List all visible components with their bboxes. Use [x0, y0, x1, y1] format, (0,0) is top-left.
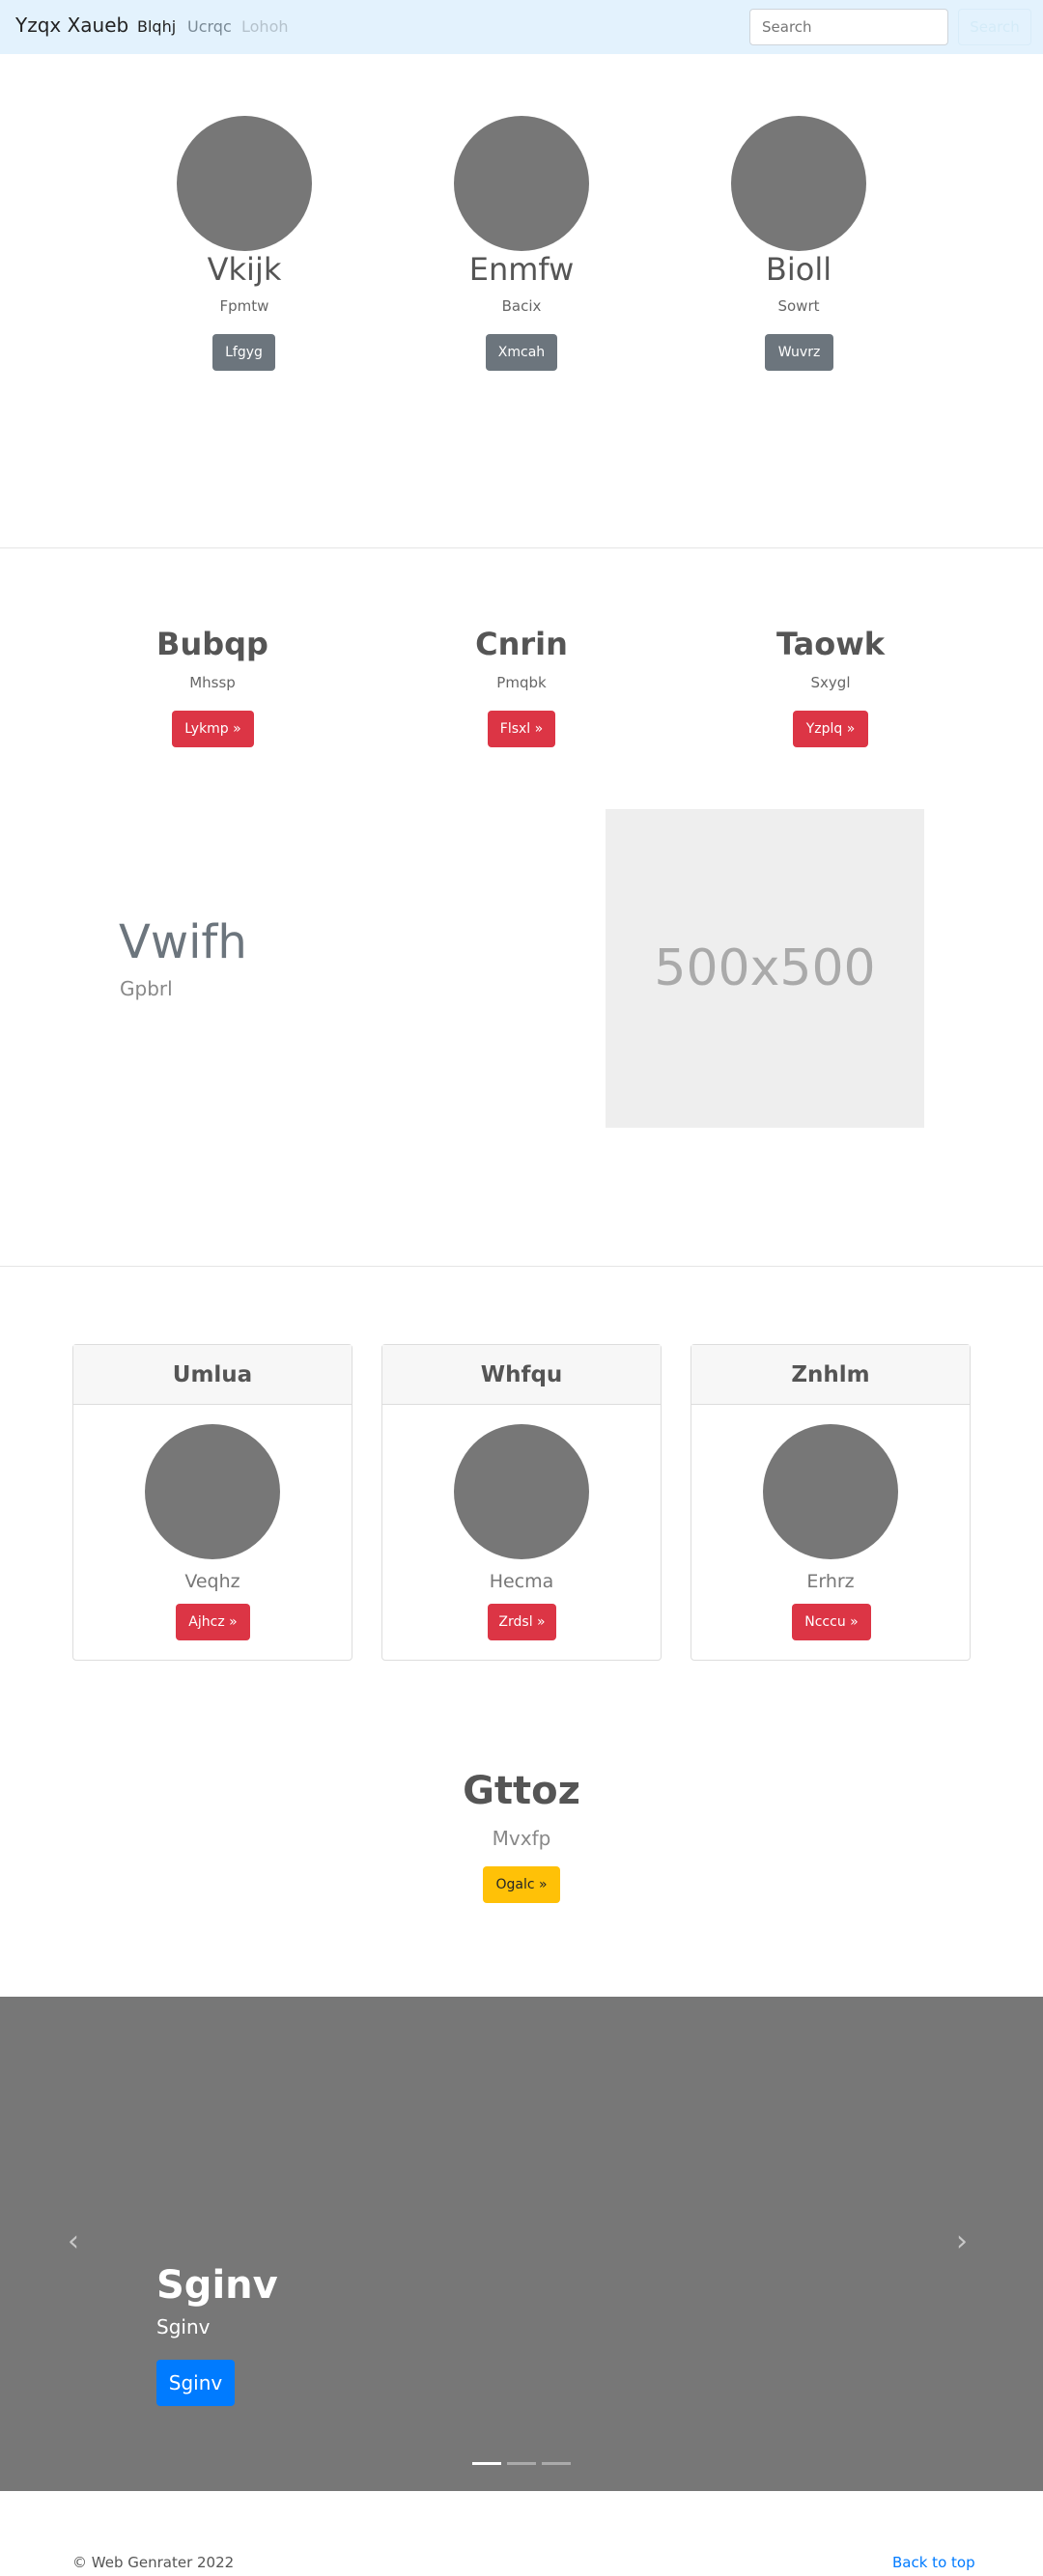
nav-link-ucrqc[interactable]: Ucrqc	[187, 17, 232, 36]
card-button[interactable]: Ncccu »	[792, 1604, 871, 1640]
team-button[interactable]: Lfgyg	[212, 334, 275, 371]
card: Umlua Veqhz Ajhcz »	[72, 1344, 352, 1661]
carousel-indicator[interactable]	[472, 2462, 501, 2465]
feature-button[interactable]: Yzplq »	[793, 711, 868, 747]
team-button[interactable]: Xmcah	[486, 334, 557, 371]
card-text: Hecma	[489, 1571, 554, 1592]
back-to-top-link[interactable]: Back to top	[892, 2554, 975, 2571]
placeholder-image: 500x500	[606, 809, 924, 1128]
feature-text: Mhssp	[189, 674, 236, 691]
feature-button[interactable]: Flsxl »	[488, 711, 555, 747]
carousel-indicator[interactable]	[542, 2462, 571, 2465]
showcase-subheading: Gpbrl	[120, 977, 173, 1000]
cta-button[interactable]: Ogalc »	[483, 1866, 560, 1903]
feature-text: Sxygl	[810, 674, 851, 691]
card-header: Umlua	[73, 1345, 352, 1405]
feature-button[interactable]: Lykmp »	[172, 711, 254, 747]
brand[interactable]: Yzqx Xaueb	[15, 14, 128, 37]
avatar	[454, 1424, 589, 1559]
showcase-heading: Vwifh	[119, 915, 247, 969]
feature-text: Pmqbk	[496, 674, 547, 691]
search-button[interactable]: Search	[958, 9, 1031, 45]
divider	[0, 1266, 1043, 1267]
carousel: ‹ › Sginv Sginv Sginv	[0, 1997, 1043, 2491]
cta-title: Gttoz	[463, 1769, 580, 1813]
carousel-caption: Sginv	[156, 2315, 211, 2338]
card-header: Whfqu	[382, 1345, 661, 1405]
team-role: Sowrt	[777, 297, 820, 315]
team-role: Bacix	[501, 297, 542, 315]
card: Znhlm Erhrz Ncccu »	[691, 1344, 971, 1661]
nav-link-blqhj[interactable]: Blqhj	[137, 17, 176, 36]
avatar	[763, 1424, 898, 1559]
avatar	[145, 1424, 280, 1559]
divider	[0, 547, 1043, 548]
navbar: Yzqx Xaueb Blqhj Ucrqc Lohoh Search	[0, 0, 1043, 54]
cta-text: Mvxfp	[492, 1827, 551, 1850]
card-header: Znhlm	[691, 1345, 970, 1405]
team-role: Fpmtw	[219, 297, 269, 315]
card-button[interactable]: Ajhcz »	[176, 1604, 250, 1640]
avatar	[731, 116, 866, 251]
card: Whfqu Hecma Zrdsl »	[381, 1344, 662, 1661]
team-name: Enmfw	[468, 251, 575, 288]
card-text: Erhrz	[806, 1571, 855, 1592]
carousel-next-icon[interactable]: ›	[956, 2225, 968, 2258]
placeholder-label: 500x500	[654, 939, 876, 997]
avatar	[177, 116, 312, 251]
team-name: Vkijk	[207, 251, 282, 288]
feature-title: Bubqp	[156, 626, 268, 662]
nav-link-lohoh: Lohoh	[241, 17, 289, 36]
card-text: Veqhz	[184, 1571, 240, 1592]
footer-copyright: © Web Genrater 2022	[72, 2554, 235, 2571]
team-name: Bioll	[765, 251, 832, 288]
carousel-button[interactable]: Sginv	[156, 2360, 235, 2406]
carousel-indicator[interactable]	[507, 2462, 536, 2465]
feature-title: Taowk	[775, 626, 886, 662]
team-button[interactable]: Wuvrz	[765, 334, 833, 371]
carousel-title: Sginv	[156, 2263, 278, 2308]
avatar	[454, 116, 589, 251]
carousel-prev-icon[interactable]: ‹	[68, 2225, 79, 2258]
card-button[interactable]: Zrdsl »	[488, 1604, 556, 1640]
search-input[interactable]	[749, 9, 948, 45]
feature-title: Cnrin	[475, 626, 568, 662]
